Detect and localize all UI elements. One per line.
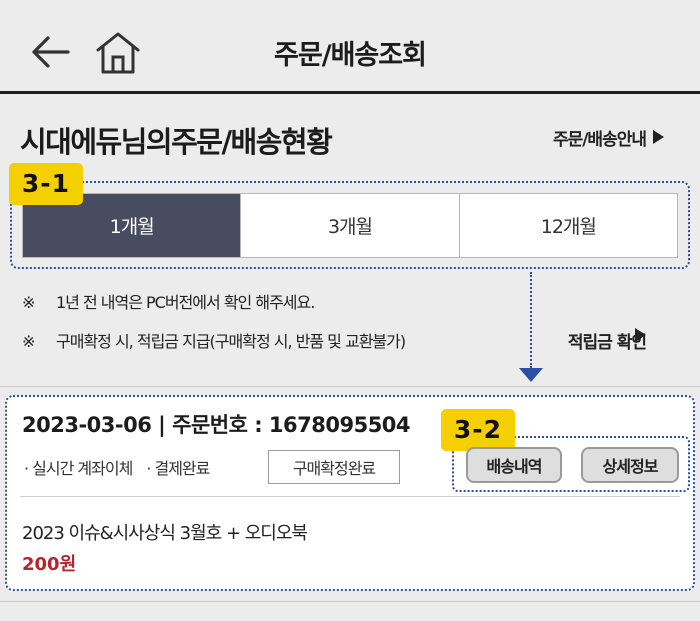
payment-status: · 결제완료 bbox=[146, 459, 210, 478]
notice-mark: ※ bbox=[22, 332, 35, 351]
page-title: 시대에듀님의주문/배송현황 bbox=[20, 125, 333, 159]
app-header: 주문/배송조회 bbox=[0, 0, 700, 94]
product-price: 200원 bbox=[22, 554, 77, 575]
callout-badge-3-1: 3-1 bbox=[9, 163, 83, 205]
product-name[interactable]: 2023 이슈&시사상식 3월호 + 오디오북 bbox=[22, 519, 308, 545]
notice-pc-version: ※ 1년 전 내역은 PC버전에서 확인 해주세요. bbox=[22, 289, 315, 313]
header-title: 주문/배송조회 bbox=[274, 40, 427, 71]
order-detail-button[interactable]: 상세정보 bbox=[581, 447, 679, 483]
tab-12-months[interactable]: 12개월 bbox=[458, 194, 677, 257]
play-arrow-icon bbox=[635, 328, 646, 342]
notice-mark: ※ bbox=[22, 293, 35, 312]
down-arrow-icon bbox=[519, 368, 543, 382]
notice-points: ※ 구매확정 시, 적립금 지급(구매확정 시, 반품 및 교환불가) bbox=[22, 328, 406, 352]
period-tabs: 1개월 3개월 12개월 bbox=[22, 193, 678, 258]
divider bbox=[20, 496, 680, 497]
callout-connector-line bbox=[530, 272, 532, 368]
order-date-number: 2023-03-06 | 주문번호 : 1678095504 bbox=[22, 413, 411, 437]
tab-3-months[interactable]: 3개월 bbox=[240, 194, 458, 257]
notice-text-2: 구매확정 시, 적립금 지급(구매확정 시, 반품 및 교환불가) bbox=[56, 332, 406, 351]
order-guide-label: 주문/배송안내 bbox=[552, 130, 647, 150]
purchase-confirmed-badge: 구매확정완료 bbox=[268, 450, 400, 484]
payment-status-line: · 실시간 계좌이체 · 결제완료 bbox=[24, 455, 210, 479]
delivery-history-button[interactable]: 배송내역 bbox=[466, 447, 562, 483]
points-check-link[interactable]: 적립금 확인 bbox=[514, 328, 664, 353]
notice-text-1: 1년 전 내역은 PC버전에서 확인 해주세요. bbox=[56, 293, 315, 312]
callout-badge-3-2: 3-2 bbox=[441, 409, 515, 451]
payment-method: · 실시간 계좌이체 bbox=[24, 459, 133, 478]
order-guide-link[interactable]: 주문/배송안내 bbox=[484, 125, 664, 151]
play-arrow-icon bbox=[653, 130, 664, 144]
